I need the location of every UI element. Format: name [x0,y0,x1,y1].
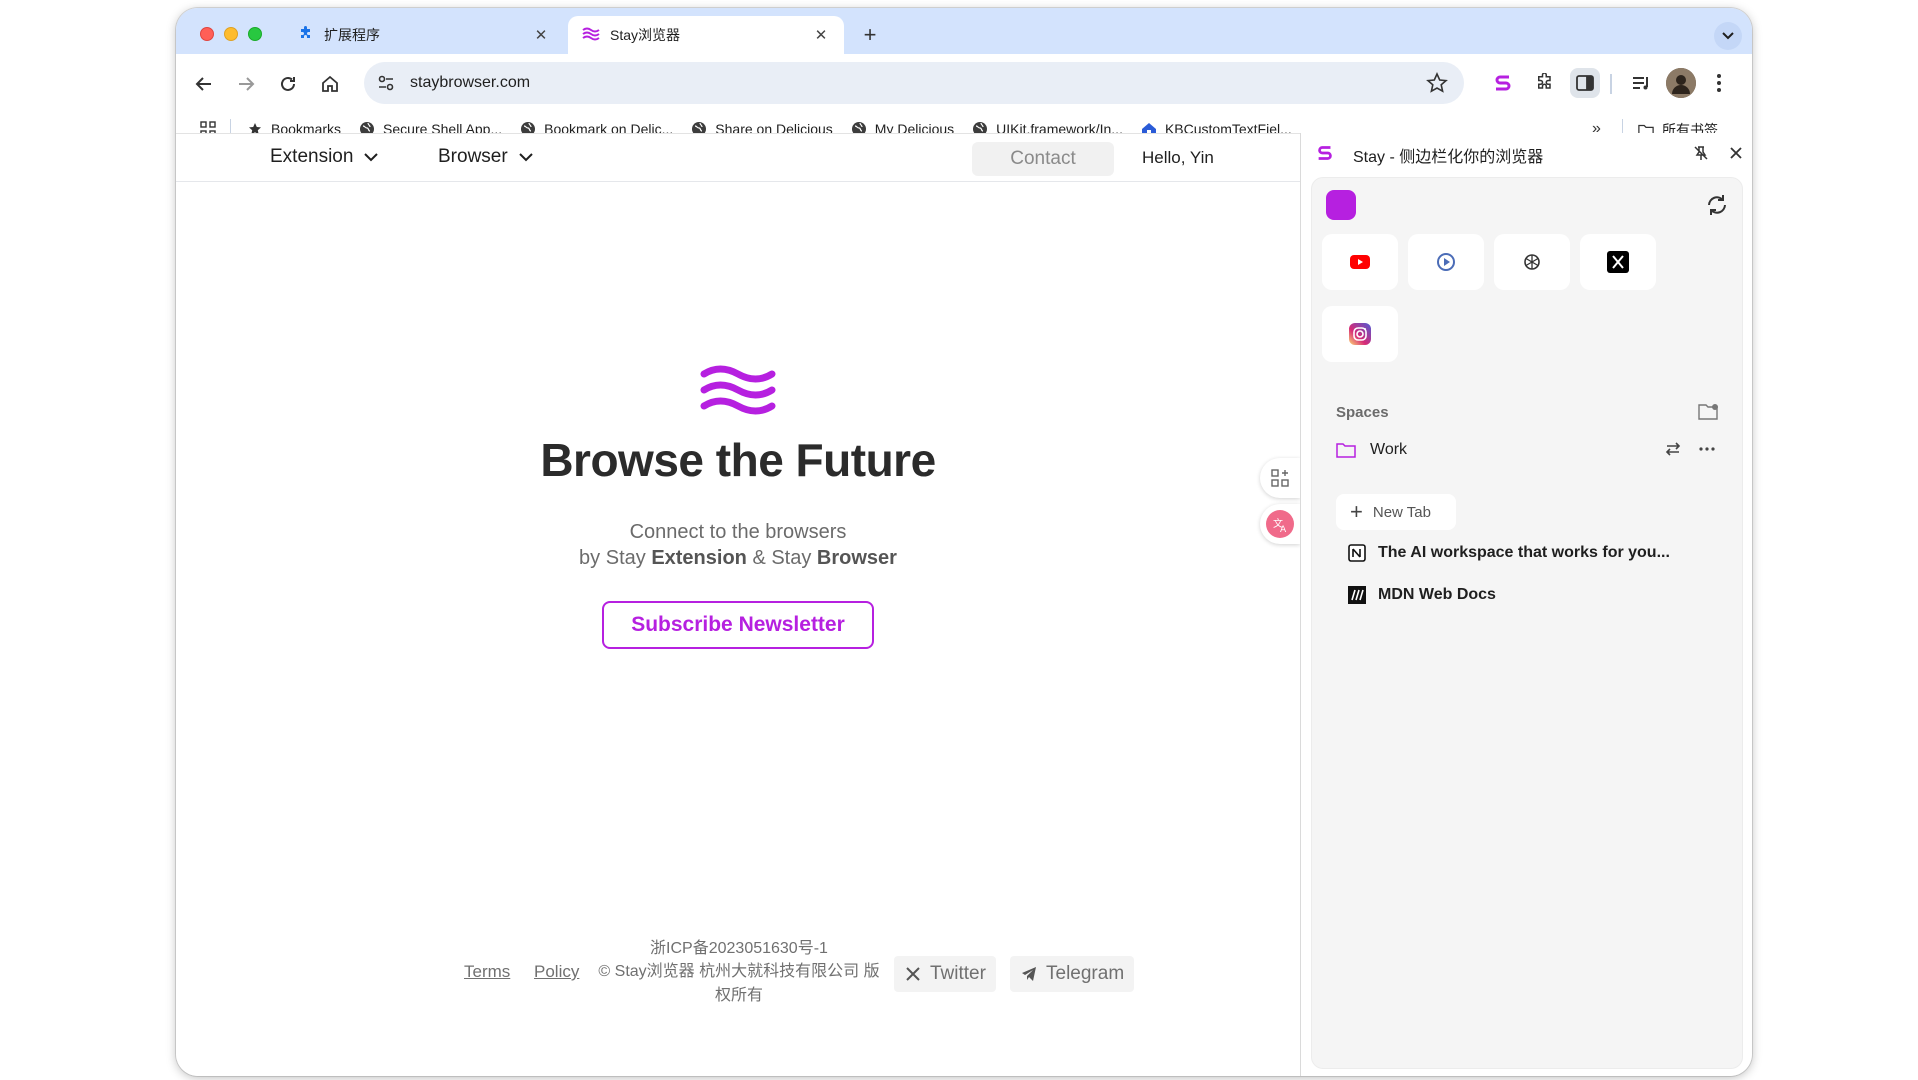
url-text: staybrowser.com [410,74,531,91]
more-vertical-icon [1717,74,1721,92]
close-icon[interactable]: ✕ [532,26,550,44]
folder-icon [1336,443,1356,458]
policy-link[interactable]: Policy [534,962,579,982]
floating-translate-button[interactable]: 文A [1260,504,1300,544]
nav-extension-menu[interactable]: Extension [270,146,379,168]
shortcut-chatgpt[interactable] [1494,234,1570,290]
stay-logo-icon [1495,75,1511,91]
toolbar-divider [1610,74,1612,94]
telegram-link[interactable]: Telegram [1010,956,1135,992]
close-icon[interactable] [1729,146,1743,160]
translate-icon: 文A [1266,510,1294,538]
reading-list-button[interactable] [1626,68,1656,98]
x-icon [1607,251,1629,273]
unpin-icon[interactable] [1693,145,1709,161]
grid-add-icon [1271,469,1289,487]
site-navbar: Extension Browser Contact Hello, Yin [176,134,1300,182]
video-player-icon [1437,253,1455,271]
tab-stay-browser[interactable]: Stay浏览器 ✕ [568,16,844,54]
side-panel-body: Spaces Work + New Tab The AI workspace t… [1311,177,1743,1069]
side-panel-header: Stay - 侧边栏化你的浏览器 [1301,133,1752,173]
forward-button[interactable] [230,68,262,100]
new-tab-button[interactable]: + [856,22,884,50]
close-icon[interactable]: ✕ [812,26,830,44]
zoom-window-button[interactable] [248,27,262,41]
twitter-link[interactable]: Twitter [894,956,996,992]
swap-icon[interactable] [1664,440,1682,458]
reload-icon [281,76,295,91]
puzzle-icon [298,25,314,45]
stay-logo-icon [1318,146,1332,160]
telegram-icon [1020,965,1038,983]
svg-text:A: A [1280,525,1287,535]
toolbar: staybrowser.com Bookmarks Secure Shell A… [176,54,1752,139]
avatar[interactable] [1666,68,1696,98]
reload-button[interactable] [272,68,304,100]
spaces-label: Spaces [1336,404,1389,421]
tab-strip: 扩展程序 ✕ Stay浏览器 ✕ + [176,8,1752,54]
arrow-right-icon [239,77,255,91]
profile-avatar-icon [1666,68,1696,98]
openai-icon [1524,254,1540,270]
tab-title: Stay浏览器 [610,27,681,43]
chevron-down-icon [364,153,379,162]
side-panel-title: Stay - 侧边栏化你的浏览器 [1353,149,1544,166]
sync-icon[interactable] [1704,192,1730,218]
tab-extensions[interactable]: 扩展程序 ✕ [284,16,564,54]
home-icon [322,75,338,92]
web-content: Extension Browser Contact Hello, Yin Bro… [176,133,1300,1076]
subscribe-newsletter-button[interactable]: Subscribe Newsletter [602,601,874,649]
minimize-window-button[interactable] [224,27,238,41]
browser-window: 扩展程序 ✕ Stay浏览器 ✕ + staybrowser.com Bookm… [176,8,1752,1076]
mdn-icon [1348,586,1366,604]
browser-menu-button[interactable] [1704,68,1734,98]
extensions-button[interactable] [1530,68,1560,98]
tab-title: 扩展程序 [324,27,380,43]
youtube-icon [1350,255,1370,269]
chevron-down-icon [518,153,533,162]
new-tab-button[interactable]: + New Tab [1336,494,1456,530]
copyright-text: © Stay浏览器 杭州大就科技有限公司 版权所有 [598,963,880,1004]
stay-waves-logo-icon [700,365,776,415]
close-window-button[interactable] [200,27,214,41]
panel-tab-item[interactable]: The AI workspace that works for you... [1348,538,1718,568]
chevron-down-icon [1722,32,1734,40]
user-greeting[interactable]: Hello, Yin [1142,148,1214,168]
terms-link[interactable]: Terms [464,962,510,982]
stay-extension-button[interactable] [1488,68,1518,98]
stay-waves-icon [582,27,600,44]
hero-title: Browse the Future [540,434,936,486]
home-button[interactable] [314,68,346,100]
space-color-swatch[interactable] [1326,190,1356,220]
address-bar[interactable]: staybrowser.com [364,62,1464,104]
x-icon [904,965,922,983]
side-panel-button[interactable] [1570,68,1600,98]
contact-button[interactable]: Contact [972,142,1114,176]
shortcut-instagram[interactable] [1322,306,1398,362]
shortcut-x[interactable] [1580,234,1656,290]
hero-section: Browse the Future Connect to the browser… [176,364,1300,649]
back-button[interactable] [188,68,220,100]
nav-browser-menu[interactable]: Browser [438,146,534,168]
panel-tab-item[interactable]: MDN Web Docs [1348,580,1718,610]
shortcut-youtube[interactable] [1322,234,1398,290]
shortcut-video-player[interactable] [1408,234,1484,290]
plus-icon: + [1350,499,1363,524]
add-folder-icon[interactable] [1698,402,1720,422]
instagram-icon [1349,323,1371,345]
side-panel-icon [1576,75,1594,91]
side-panel: Stay - 侧边栏化你的浏览器 Spaces Work + New Tab T… [1300,133,1752,1076]
hero-subtitle: Connect to the browsers by Stay Extensio… [579,521,897,569]
arrow-left-icon [195,77,211,91]
playlist-icon [1633,77,1648,90]
puzzle-icon [1538,73,1551,89]
floating-apps-button[interactable] [1260,458,1300,498]
tab-search-button[interactable] [1714,22,1742,50]
more-horizontal-icon[interactable] [1698,440,1716,458]
bookmark-star-icon[interactable] [1426,72,1448,94]
site-info-icon[interactable] [376,73,396,93]
notion-icon [1348,544,1366,562]
